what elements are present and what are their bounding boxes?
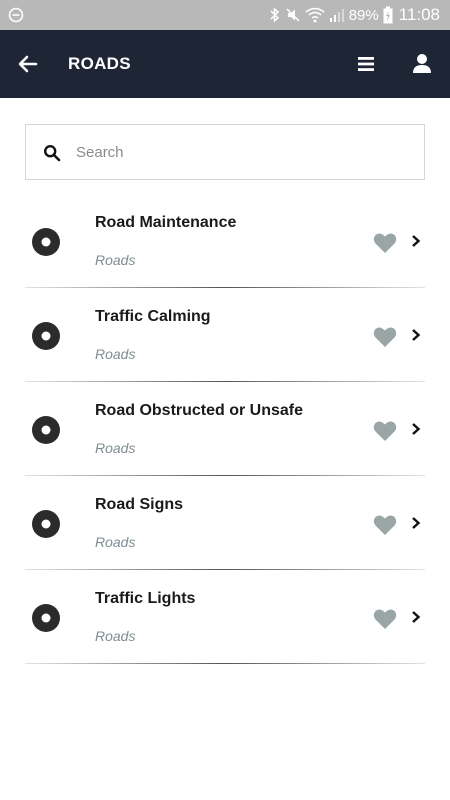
heart-icon[interactable]	[373, 232, 397, 254]
record-icon	[32, 416, 60, 444]
item-title: Road Obstructed or Unsafe	[95, 402, 304, 419]
item-title: Road Signs	[95, 496, 184, 513]
chevron-right-icon[interactable]	[410, 610, 422, 624]
battery-percent: 89%	[348, 6, 379, 24]
status-bar: 89% 11:08	[0, 0, 450, 30]
hamburger-menu-icon[interactable]	[356, 54, 376, 74]
bluetooth-icon	[270, 7, 279, 23]
list-item[interactable]: Road Obstructed or Unsafe Roads	[25, 382, 425, 476]
item-subtitle: Roads	[95, 628, 136, 644]
arrow-left-icon[interactable]	[16, 52, 40, 76]
item-subtitle: Roads	[95, 534, 136, 550]
record-icon	[32, 228, 60, 256]
heart-icon[interactable]	[373, 420, 397, 442]
app-header: ROADS	[0, 30, 450, 98]
list-item[interactable]: Traffic Calming Roads	[25, 288, 425, 382]
signal-icon	[329, 9, 344, 22]
heart-icon[interactable]	[373, 326, 397, 348]
record-icon	[32, 604, 60, 632]
item-subtitle: Roads	[95, 346, 136, 362]
chevron-right-icon[interactable]	[410, 328, 422, 342]
mute-icon	[286, 8, 300, 22]
category-list: Road Maintenance Roads Traffic Calming R…	[25, 194, 425, 664]
do-not-disturb-icon	[8, 7, 24, 23]
item-subtitle: Roads	[95, 440, 136, 456]
search-input[interactable]	[76, 135, 406, 169]
heart-icon[interactable]	[373, 608, 397, 630]
user-icon[interactable]	[411, 52, 433, 74]
chevron-right-icon[interactable]	[410, 422, 422, 436]
chevron-right-icon[interactable]	[410, 516, 422, 530]
record-icon	[32, 322, 60, 350]
item-title: Traffic Lights	[95, 590, 196, 607]
list-item[interactable]: Road Maintenance Roads	[25, 194, 425, 288]
clock-time: 11:08	[398, 5, 440, 24]
divider	[25, 663, 425, 664]
record-icon	[32, 510, 60, 538]
item-subtitle: Roads	[95, 252, 136, 268]
search-box	[25, 124, 425, 180]
wifi-icon	[305, 7, 325, 23]
item-title: Road Maintenance	[95, 214, 237, 231]
list-item[interactable]: Road Signs Roads	[25, 476, 425, 570]
list-item[interactable]: Traffic Lights Roads	[25, 570, 425, 664]
page-title: ROADS	[68, 54, 131, 73]
heart-icon[interactable]	[373, 514, 397, 536]
search-icon	[43, 144, 61, 162]
battery-charging-icon	[383, 6, 393, 24]
chevron-right-icon[interactable]	[410, 234, 422, 248]
item-title: Traffic Calming	[95, 308, 211, 325]
